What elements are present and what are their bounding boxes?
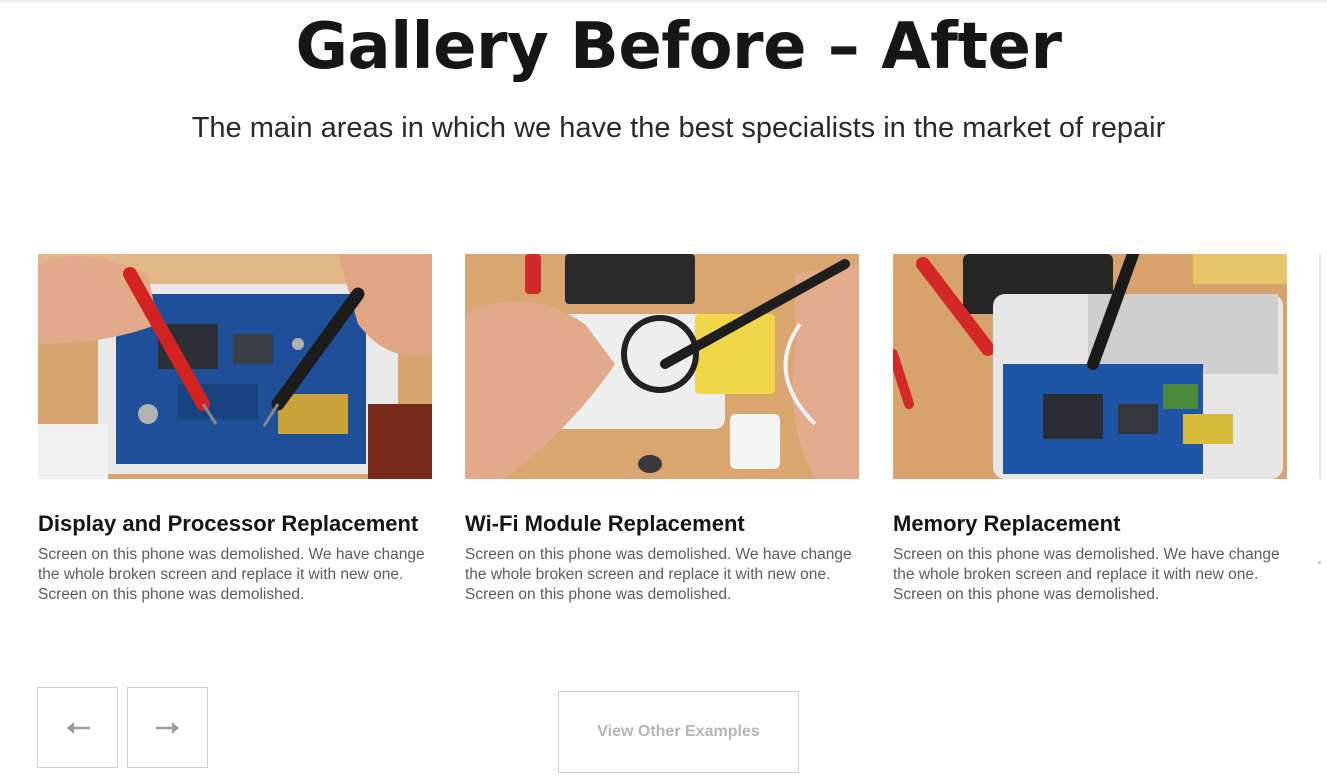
- prev-button[interactable]: [37, 687, 118, 768]
- card-image-soldering[interactable]: [465, 254, 859, 479]
- arrow-right-icon: [155, 721, 179, 734]
- gallery-card: Wi-Fi Module Replacement Screen on this …: [465, 254, 859, 605]
- card-image-circuit-test[interactable]: [38, 254, 432, 479]
- gallery-card: Memory Replacement Screen on this phone …: [893, 254, 1287, 605]
- next-button[interactable]: [127, 687, 208, 768]
- card-description: Screen on this phone was demolished. We …: [465, 546, 852, 603]
- card-image-tablet-repair[interactable]: [893, 254, 1287, 479]
- page-title: Gallery Before – After: [295, 10, 1062, 84]
- card-title[interactable]: Display and Processor Replacement: [38, 509, 432, 539]
- card-title[interactable]: Memory Replacement: [893, 509, 1287, 539]
- card-description: Screen on this phone was demolished. We …: [38, 546, 425, 603]
- card-description: Screen on this phone was demolished. We …: [893, 546, 1280, 603]
- card-title[interactable]: Wi-Fi Module Replacement: [465, 509, 859, 539]
- soldering-photo: [465, 254, 859, 479]
- next-card-edge-mark: [1318, 561, 1321, 564]
- circuit-board-photo: [38, 254, 432, 479]
- arrow-left-icon: [66, 721, 90, 734]
- top-divider: [0, 0, 1327, 2]
- page-subtitle: The main areas in which we have the best…: [191, 112, 1166, 144]
- next-card-edge: [1319, 254, 1321, 479]
- gallery-card: Display and Processor Replacement Screen…: [38, 254, 432, 605]
- gallery-section: Gallery Before – After The main areas in…: [0, 0, 1327, 778]
- view-other-examples-button[interactable]: View Other Examples: [558, 691, 799, 773]
- tablet-repair-photo: [893, 254, 1287, 479]
